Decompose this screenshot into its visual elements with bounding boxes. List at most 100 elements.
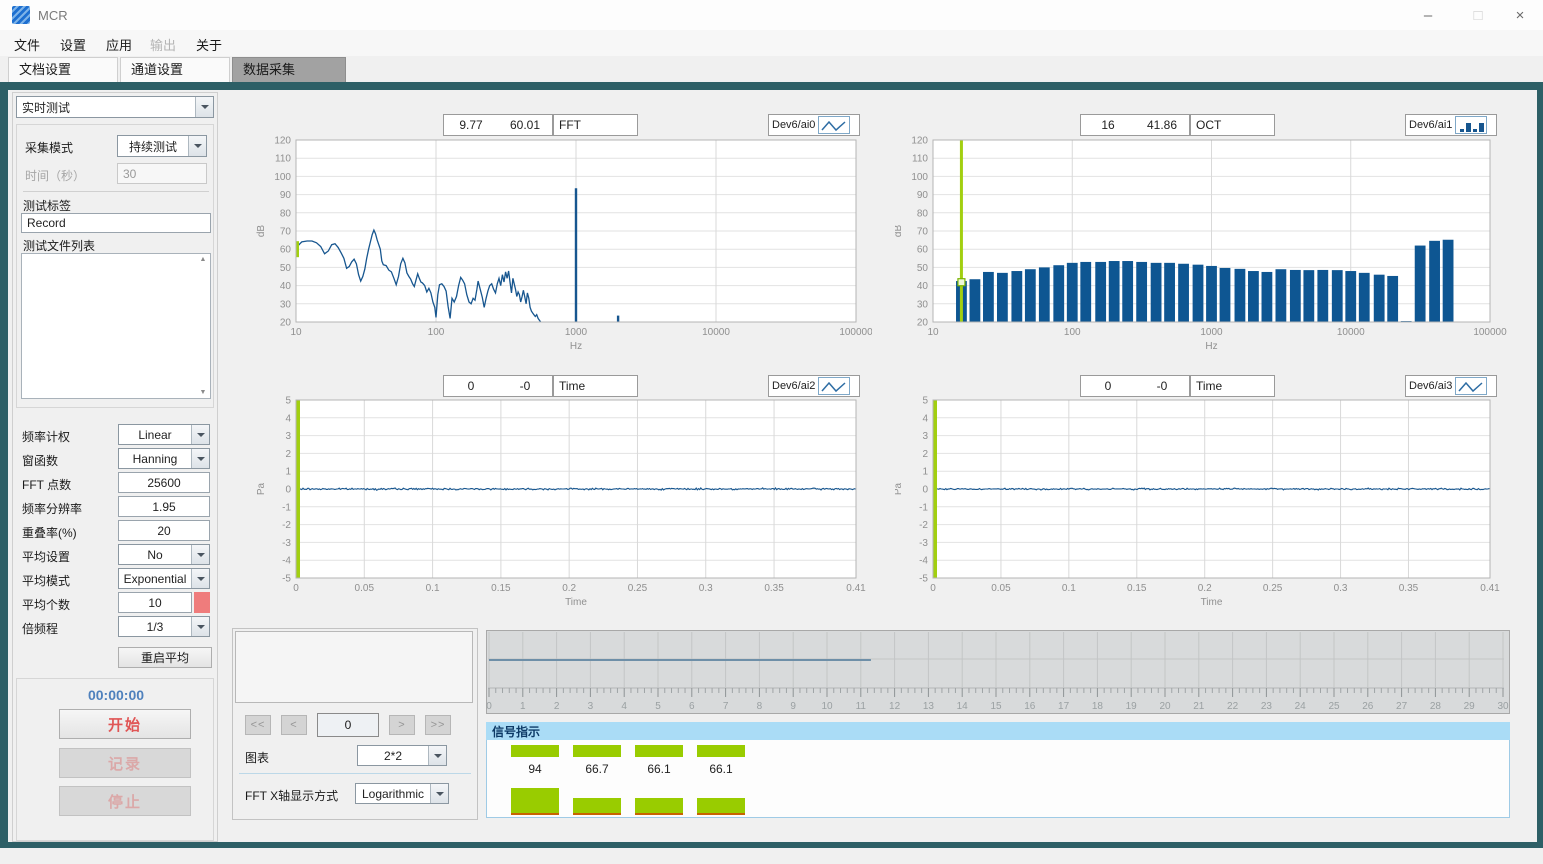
fft-axis-select[interactable]: Logarithmic (355, 783, 449, 804)
param-select[interactable]: No (118, 544, 210, 565)
tab-document-settings[interactable]: 文档设置 (8, 57, 118, 83)
time1-channel-select[interactable]: Dev6/ai2 (768, 375, 860, 397)
svg-text:23: 23 (1261, 701, 1273, 712)
bar-chart-icon (1455, 116, 1487, 134)
divider (239, 773, 471, 774)
svg-text:-1: -1 (919, 502, 928, 513)
svg-text:0.3: 0.3 (1334, 583, 1348, 594)
svg-text:Hz: Hz (570, 341, 582, 352)
duration-label: 时间（秒） (25, 167, 85, 184)
line-chart-icon (818, 377, 850, 395)
param-input[interactable]: 1.95 (118, 496, 210, 517)
time2-channel-select[interactable]: Dev6/ai3 (1405, 375, 1497, 397)
test-label-input[interactable]: Record (21, 213, 211, 233)
svg-text:80: 80 (280, 208, 292, 219)
svg-text:10: 10 (821, 701, 833, 712)
minimize-button[interactable]: – (1405, 0, 1451, 30)
svg-text:30: 30 (1497, 701, 1509, 712)
chevron-down-icon (188, 136, 206, 156)
svg-text:3: 3 (588, 701, 594, 712)
start-button[interactable]: 开始 (59, 709, 191, 739)
signal-panel-body: 9466.766.166.1 (486, 740, 1510, 818)
svg-text:25: 25 (1328, 701, 1340, 712)
fft-channel-select[interactable]: Dev6/ai0 (768, 114, 860, 136)
tab-data-acquisition[interactable]: 数据采集 (232, 57, 346, 83)
svg-text:0.1: 0.1 (426, 583, 440, 594)
param-select[interactable]: Linear (118, 424, 210, 445)
svg-text:3: 3 (285, 431, 291, 442)
page-number-box[interactable]: 0 (317, 713, 379, 737)
oct-name-box[interactable]: OCT (1190, 114, 1275, 136)
menu-settings[interactable]: 设置 (60, 35, 86, 54)
param-select[interactable]: 1/3 (118, 616, 210, 637)
svg-text:100: 100 (911, 172, 928, 183)
restart-average-button[interactable]: 重启平均 (118, 647, 212, 668)
scroll-up-icon[interactable]: ▲ (196, 256, 210, 263)
menu-apply[interactable]: 应用 (106, 35, 132, 54)
svg-text:0: 0 (293, 583, 299, 594)
svg-text:100000: 100000 (839, 327, 872, 338)
scroll-down-icon[interactable]: ▼ (196, 389, 210, 396)
time2-name-box[interactable]: Time (1190, 375, 1275, 397)
frame-left (0, 82, 8, 848)
chevron-down-icon (430, 784, 448, 803)
chevron-down-icon (428, 746, 446, 765)
param-select[interactable]: Exponential (118, 568, 210, 589)
svg-text:90: 90 (280, 190, 292, 201)
svg-text:11: 11 (856, 701, 867, 712)
close-button[interactable]: × (1497, 0, 1543, 30)
signal-panel-header: 信号指示 (486, 722, 1510, 740)
svg-text:2: 2 (554, 701, 560, 712)
svg-text:0.35: 0.35 (764, 583, 784, 594)
menu-file[interactable]: 文件 (14, 35, 40, 54)
svg-text:30: 30 (280, 299, 292, 310)
svg-text:-2: -2 (919, 520, 928, 531)
maximize-button[interactable]: □ (1455, 0, 1501, 30)
fft-chart[interactable]: 2030405060708090100110120101001000100001… (252, 136, 872, 360)
menu-about[interactable]: 关于 (196, 35, 222, 54)
param-label: 平均设置 (22, 548, 70, 565)
param-input[interactable]: 10 (118, 592, 192, 613)
fft-name-box[interactable]: FFT (553, 114, 638, 136)
svg-text:0.41: 0.41 (846, 583, 866, 594)
prev-page-button[interactable]: < (281, 715, 307, 735)
oct-channel-select[interactable]: Dev6/ai1 (1405, 114, 1497, 136)
last-page-button[interactable]: >> (425, 715, 451, 735)
run-control-group: 00:00:00 开始 记录 停止 (16, 678, 214, 841)
svg-text:28: 28 (1430, 701, 1442, 712)
svg-text:Hz: Hz (1205, 341, 1217, 352)
param-label: 频率计权 (22, 428, 70, 445)
svg-text:0.35: 0.35 (1399, 583, 1419, 594)
chart-layout-select[interactable]: 2*2 (357, 745, 447, 766)
svg-text:24: 24 (1295, 701, 1307, 712)
display-options-panel: << < 0 > >> 图表 2*2 FFT X轴显示方式 Logarithmi… (232, 628, 478, 820)
timeline-strip[interactable]: 0123456789101112131415161718192021222324… (486, 630, 1510, 714)
measure-mode-select[interactable]: 实时测试 (16, 96, 214, 118)
param-select[interactable]: Hanning (118, 448, 210, 469)
svg-text:12: 12 (889, 701, 901, 712)
svg-text:1: 1 (520, 701, 526, 712)
svg-text:-4: -4 (919, 556, 928, 567)
time1-name-box[interactable]: Time (553, 375, 638, 397)
next-page-button[interactable]: > (389, 715, 415, 735)
svg-text:30: 30 (917, 299, 929, 310)
warning-flag (194, 592, 210, 613)
svg-text:40: 40 (280, 281, 292, 292)
svg-text:10000: 10000 (702, 327, 730, 338)
time1-chart[interactable]: -5-4-3-2-101234500.050.10.150.20.250.30.… (252, 396, 872, 620)
svg-text:0: 0 (285, 485, 291, 496)
app-title: MCR (38, 8, 68, 23)
chevron-down-icon (191, 569, 209, 588)
oct-chart[interactable]: 2030405060708090100110120101001000100001… (895, 136, 1512, 360)
svg-text:1000: 1000 (565, 327, 588, 338)
svg-text:70: 70 (917, 227, 929, 238)
acq-mode-select[interactable]: 持续测试 (117, 135, 207, 157)
svg-text:0: 0 (930, 583, 936, 594)
test-file-listbox[interactable]: ▲ ▼ (21, 253, 211, 399)
first-page-button[interactable]: << (245, 715, 271, 735)
time2-chart[interactable]: -5-4-3-2-101234500.050.10.150.20.250.30.… (895, 396, 1512, 620)
svg-text:5: 5 (655, 701, 661, 712)
param-input[interactable]: 20 (118, 520, 210, 541)
tab-channel-settings[interactable]: 通道设置 (120, 57, 230, 83)
param-input[interactable]: 25600 (118, 472, 210, 493)
